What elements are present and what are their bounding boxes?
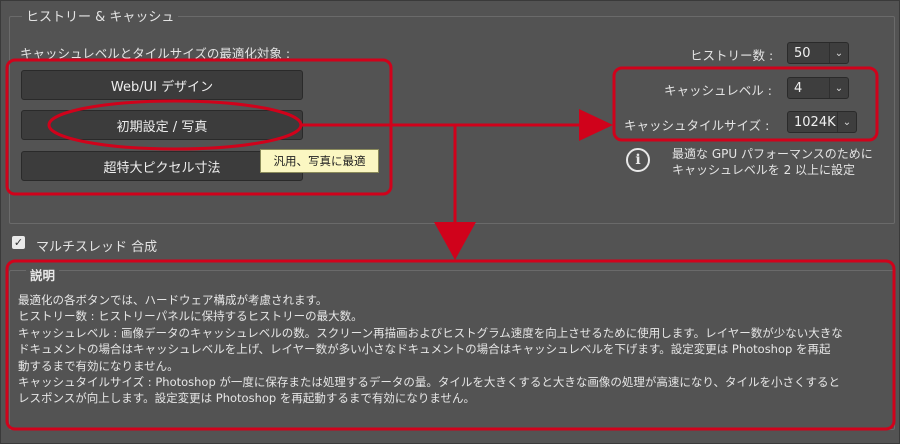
description-line: 最適化の各ボタンでは、ハードウェア構成が考慮されます。 (18, 293, 328, 307)
description-line: キャッシュレベル : 画像データのキャッシュレベルの数。スクリーン再描画およびヒ… (18, 325, 843, 340)
cache-levels-select[interactable]: 4 ⌄ (787, 77, 849, 99)
cache-tile-size-label: キャッシュタイルサイズ : (624, 118, 770, 133)
info-text: 最適な GPU パフォーマンスのために キャッシュレベルを 2 以上に設定 (672, 146, 873, 178)
chevron-down-icon: ⌄ (829, 43, 848, 63)
description-line: ヒストリー数 : ヒストリーパネルに保持するヒストリーの最大数。 (18, 309, 363, 324)
info-line-1: 最適な GPU パフォーマンスのために (672, 147, 873, 161)
multithread-checkbox[interactable]: ✓ (12, 236, 25, 249)
optimize-label: キャッシュレベルとタイルサイズの最適化対象 : (20, 46, 291, 61)
history-states-label: ヒストリー数 : (690, 48, 774, 63)
description-line: レスポンスが向上します。設定変更は Photoshop を再起動するまで有効にな… (18, 391, 476, 406)
tooltip: 汎用、写真に最適 (260, 149, 379, 173)
history-states-value: 50 (794, 45, 811, 61)
multithread-label: マルチスレッド 合成 (36, 240, 158, 255)
description-line: ドキュメントの場合はキャッシュレベルを上げ、レイヤー数が多い小さなドキュメントの… (18, 342, 831, 357)
description-text: 最適化の各ボタンでは、ハードウェア構成が考慮されます。 ヒストリー数 : ヒスト… (18, 292, 888, 407)
default-photo-button[interactable]: 初期設定 / 写真 (21, 110, 303, 140)
web-ui-design-button[interactable]: Web/UI デザイン (21, 70, 303, 100)
info-circle-icon: i (626, 148, 650, 172)
section-title: ヒストリー & キャッシュ (22, 6, 179, 25)
description-line: キャッシュタイルサイズ : Photoshop が一度に保存または処理するデータ… (18, 375, 840, 390)
chevron-down-icon: ⌄ (829, 78, 848, 98)
cache-levels-value: 4 (794, 80, 803, 96)
info-line-2: キャッシュレベルを 2 以上に設定 (672, 163, 856, 177)
description-title: 説明 (26, 265, 60, 284)
cache-levels-label: キャッシュレベル : (664, 83, 772, 98)
description-line: 動するまで有効になりません。 (18, 358, 179, 373)
history-states-select[interactable]: 50 ⌄ (787, 42, 849, 64)
cache-tile-size-value: 1024K (794, 114, 836, 130)
cache-tile-size-select[interactable]: 1024K ⌄ (787, 111, 857, 133)
chevron-down-icon: ⌄ (837, 112, 856, 132)
